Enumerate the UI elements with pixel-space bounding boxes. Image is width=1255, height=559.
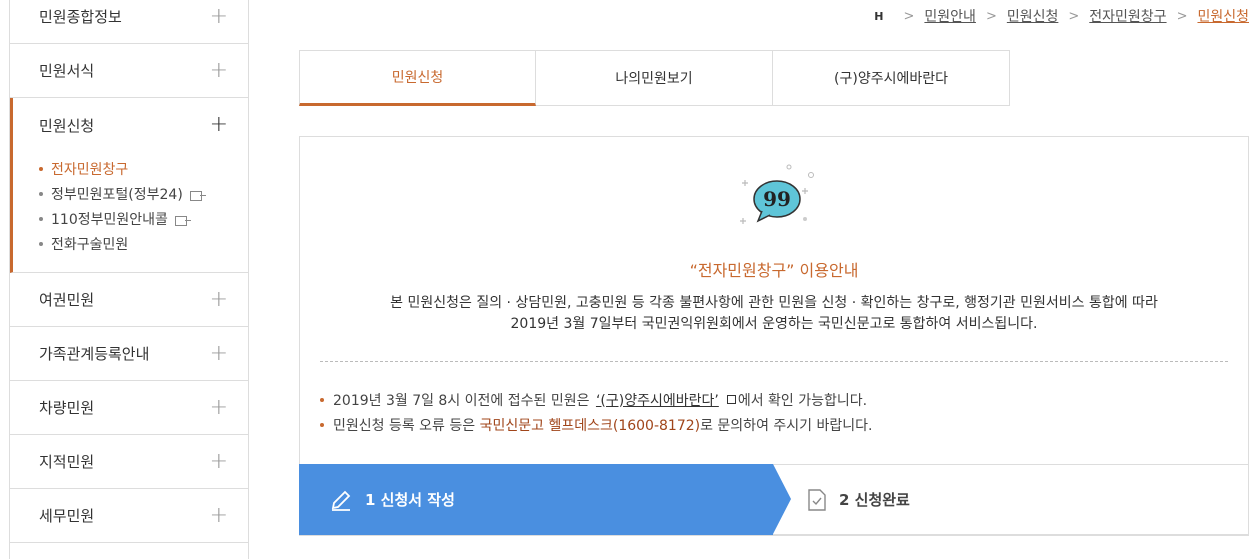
info-description: 본 민원신청은 질의 · 상담민원, 고충민원 등 각종 불편사항에 관한 민원… <box>300 293 1248 335</box>
submenu-item-e-window[interactable]: 전자민원창구 <box>39 156 248 181</box>
sidebar-submenu: 전자민원창구 정부민원포털(정부24) 110정부민원안내콜 전화구술민원 <box>10 152 248 273</box>
info-title: “전자민원창구” 이용안내 <box>689 261 859 280</box>
sidebar-item-label: 가족관계등록안내 <box>39 345 150 363</box>
plus-icon: + <box>209 57 228 83</box>
sidebar-item-label: 지적민원 <box>39 453 95 471</box>
bullet-icon <box>320 397 324 402</box>
notice-text: 에서 확인 가능합니다. <box>737 392 868 409</box>
submenu-label: 전화구술민원 <box>51 236 129 253</box>
chevron-right-icon: > <box>903 8 915 24</box>
plus-icon: + <box>209 340 228 366</box>
chevron-right-icon: > <box>1176 8 1188 24</box>
submenu-item-phone[interactable]: 전화구술민원 <box>39 231 248 256</box>
step-label: 2 신청완료 <box>839 491 910 509</box>
new-window-icon <box>174 215 191 226</box>
notice-item: 2019년 3월 7일 8시 이전에 접수된 민원은 ‘(구)양주시에바란다’ … <box>320 387 872 412</box>
plus-icon: + <box>209 112 228 137</box>
plus-icon: + <box>209 394 228 420</box>
tab-old-board[interactable]: (구)양주시에바란다 <box>773 50 1010 106</box>
submenu-item-110call[interactable]: 110정부민원안내콜 <box>39 206 248 231</box>
submenu-item-gov24[interactable]: 정부민원포털(정부24) <box>39 181 248 206</box>
notice-text: 2019년 3월 7일 8시 이전에 접수된 민원은 <box>333 392 590 409</box>
step-indicator: 1 신청서 작성 2 신청완료 <box>299 464 1249 535</box>
divider <box>320 361 1228 362</box>
tab-bar: 민원신청 나의민원보기 (구)양주시에바란다 <box>299 50 1010 106</box>
submenu-label: 110정부민원안내콜 <box>51 211 168 228</box>
sidebar-item-apply[interactable]: 민원신청 + <box>10 98 248 152</box>
breadcrumb-link[interactable]: 전자민원창구 <box>1089 6 1166 26</box>
bullet-icon <box>320 422 324 427</box>
step-complete: 2 신청완료 <box>773 464 1249 535</box>
speech-bubble-icon: 99 <box>740 164 814 224</box>
sidebar-item-cadastral[interactable]: 지적민원 + <box>10 435 248 489</box>
breadcrumb: H > 민원안내 > 민원신청 > 전자민원창구 > 민원신청 <box>874 6 1249 26</box>
sidebar-item-passport[interactable]: 여권민원 + <box>10 273 248 327</box>
sidebar-item-label: 민원신청 <box>39 116 95 135</box>
info-desc-line: 본 민원신청은 질의 · 상담민원, 고충민원 등 각종 불편사항에 관한 민원… <box>390 295 1158 311</box>
pencil-icon <box>329 488 353 512</box>
info-desc-line: 2019년 3월 7일부터 국민권익위원회에서 운영하는 국민신문고로 통합하여… <box>510 316 1038 332</box>
sidebar-item-label: 민원종합정보 <box>39 8 122 26</box>
step-label: 1 신청서 작성 <box>365 491 455 509</box>
bullet-icon <box>39 241 43 246</box>
bullet-icon <box>39 166 43 171</box>
plus-icon: + <box>209 286 228 312</box>
notice-text: 민원신청 등록 오류 등은 <box>333 417 476 434</box>
sidebar-item-label: 민원서식 <box>39 62 95 80</box>
sidebar-item-vehicle[interactable]: 차량민원 + <box>10 381 248 435</box>
new-window-icon <box>189 190 206 201</box>
breadcrumb-link[interactable]: 민원신청 <box>1007 6 1059 26</box>
document-check-icon <box>807 488 827 512</box>
plus-icon: + <box>209 448 228 474</box>
notice-list: 2019년 3월 7일 8시 이전에 접수된 민원은 ‘(구)양주시에바란다’ … <box>320 387 872 437</box>
tab-apply[interactable]: 민원신청 <box>299 50 536 106</box>
home-icon[interactable]: H <box>874 10 883 23</box>
bullet-icon <box>39 191 43 196</box>
breadcrumb-current[interactable]: 민원신청 <box>1197 6 1249 26</box>
chevron-right-icon: > <box>985 8 997 24</box>
submenu-label: 전자민원창구 <box>51 161 129 178</box>
chevron-right-icon: > <box>1068 8 1080 24</box>
sidebar-item-info[interactable]: 민원종합정보 + <box>10 0 248 44</box>
helpdesk-text: 국민신문고 헬프데스크(1600-8172) <box>479 417 701 434</box>
plus-icon: + <box>209 3 228 29</box>
sidebar-item-family[interactable]: 가족관계등록안내 + <box>10 327 248 381</box>
notice-text: 로 문의하여 주시기 바랍니다. <box>700 417 873 434</box>
step-write-form: 1 신청서 작성 <box>299 464 791 535</box>
old-board-link[interactable]: ‘(구)양주시에바란다’ <box>596 390 719 410</box>
sidebar-item-tax[interactable]: 세무민원 + <box>10 489 248 543</box>
sidebar-item-label: 차량민원 <box>39 399 95 417</box>
sidebar-item-forms[interactable]: 민원서식 + <box>10 44 248 98</box>
tab-my-complaints[interactable]: 나의민원보기 <box>536 50 773 106</box>
notice-item: 민원신청 등록 오류 등은 국민신문고 헬프데스크(1600-8172) 로 문… <box>320 412 872 437</box>
new-window-icon <box>726 395 736 404</box>
breadcrumb-link[interactable]: 민원안내 <box>924 6 976 26</box>
sidebar-item-label: 세무민원 <box>39 507 95 525</box>
submenu-label: 정부민원포털(정부24) <box>51 186 183 203</box>
sidebar-item-more[interactable] <box>10 543 248 559</box>
plus-icon: + <box>209 502 228 528</box>
bullet-icon <box>39 216 43 221</box>
sidebar: 민원종합정보 + 민원서식 + 민원신청 + 전자민원창구 정부민원포털(정부2… <box>9 0 249 559</box>
sidebar-item-label: 여권민원 <box>39 291 95 309</box>
svg-text:99: 99 <box>763 187 791 211</box>
